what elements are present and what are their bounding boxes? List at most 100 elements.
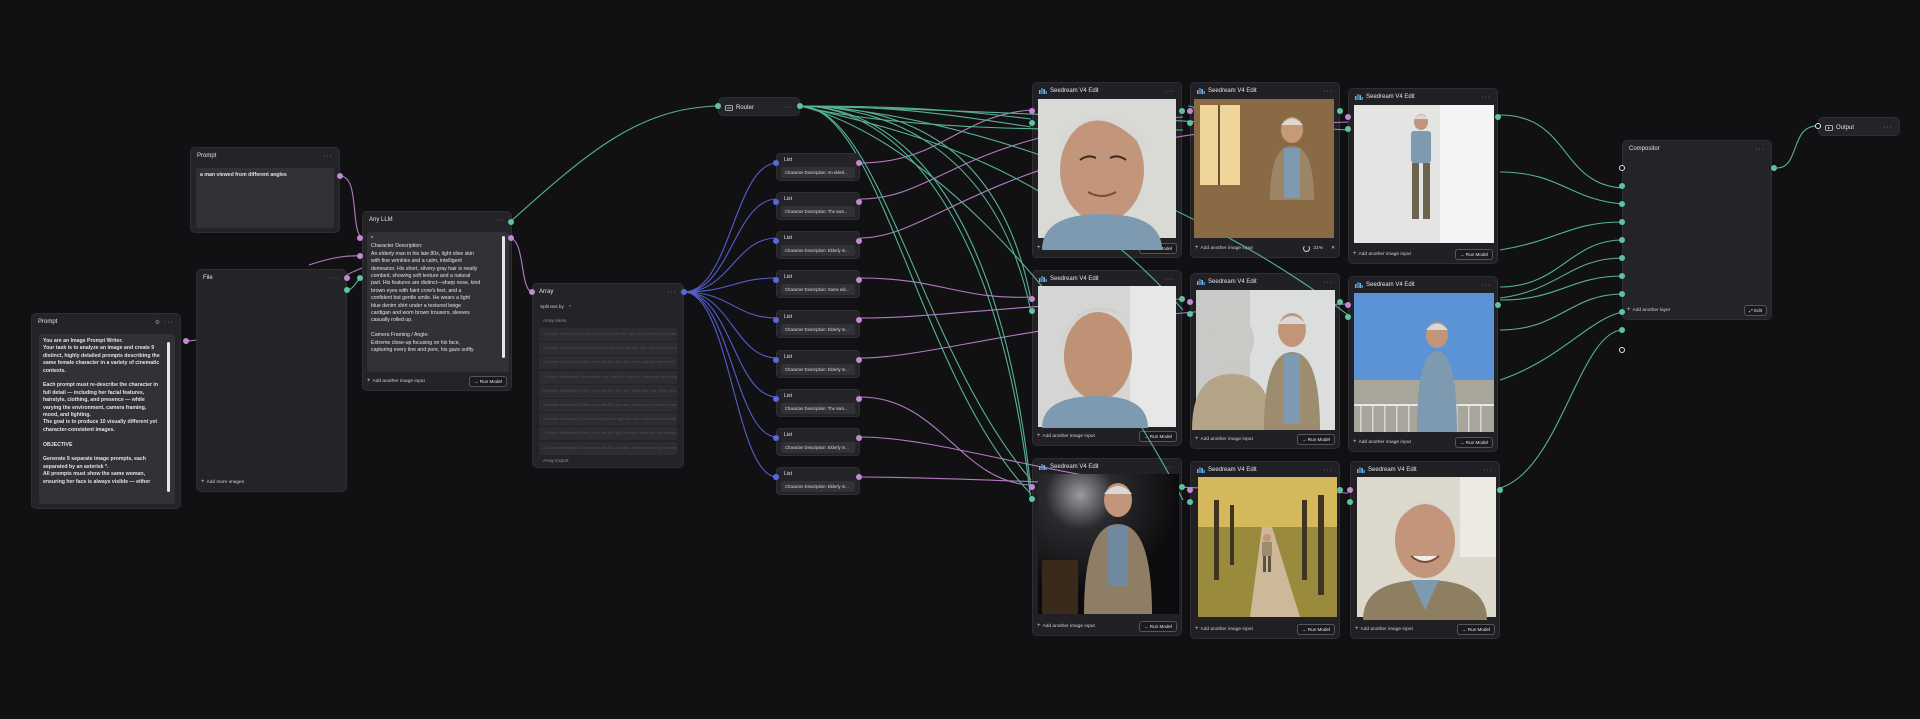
list-output-port[interactable]: [856, 238, 862, 244]
list-node-text[interactable]: Character Description: Elderly m...: [781, 481, 855, 492]
array-item-row[interactable]: Character Description: Elderly man, late…: [539, 356, 677, 370]
llm-output-area[interactable]: * Character Description: An elderly man in…: [367, 232, 509, 372]
compositor-input-port[interactable]: [1619, 273, 1625, 279]
seedream-output-port[interactable]: [1179, 108, 1185, 114]
list-node-text[interactable]: Character Description: Same eld...: [781, 284, 855, 295]
compositor-input-port[interactable]: [1619, 309, 1625, 315]
llm-input-port-2[interactable]: [357, 253, 363, 259]
seedream-prompt-port[interactable]: [1345, 114, 1351, 120]
llm-input-port[interactable]: [357, 235, 363, 241]
seedream-image-port[interactable]: [1029, 308, 1035, 314]
array-item-row[interactable]: Character Description: Elderly man, late…: [539, 441, 677, 455]
list-node-text[interactable]: Character Description: Elderly m...: [781, 245, 855, 256]
prompt-node[interactable]: Prompt ⚙ ··· You are an Image Prompt Wri…: [31, 313, 181, 509]
array-input-port[interactable]: [529, 289, 535, 295]
array-item-row[interactable]: Character Description: Same elderly man,…: [539, 370, 677, 384]
list-input-port[interactable]: [773, 199, 779, 205]
list-input-port[interactable]: [773, 317, 779, 323]
seedream-image-port[interactable]: [1345, 314, 1351, 320]
seedream-prompt-port[interactable]: [1029, 108, 1035, 114]
gear-icon[interactable]: ⚙: [155, 319, 160, 326]
list-node-text[interactable]: Character Description: An elderl...: [781, 167, 855, 178]
list-node[interactable]: List Character Description: Same eld...: [776, 270, 860, 298]
seedream-image-port[interactable]: [1187, 499, 1193, 505]
llm-scrollbar[interactable]: [502, 236, 505, 358]
prompt-small-node[interactable]: Prompt ··· a man viewed from different a…: [190, 147, 340, 233]
list-output-port[interactable]: [856, 474, 862, 480]
more-dots-icon[interactable]: ···: [783, 104, 793, 111]
list-output-port[interactable]: [856, 317, 862, 323]
llm-run-button[interactable]: → Run Model: [468, 375, 507, 387]
list-output-port[interactable]: [856, 396, 862, 402]
list-node-text[interactable]: Character Description: Elderly m...: [781, 324, 855, 335]
more-dots-icon[interactable]: ···: [323, 153, 333, 160]
seedream-prompt-port[interactable]: [1187, 299, 1193, 305]
workflow-canvas[interactable]: Seedream V4 Edit···+Add another image in…: [0, 0, 1920, 719]
llm-output-port[interactable]: [508, 235, 514, 241]
compositor-input-port[interactable]: [1619, 201, 1625, 207]
list-output-port[interactable]: [856, 277, 862, 283]
seedream-output-port[interactable]: [1337, 299, 1343, 305]
array-node[interactable]: Array ··· Split text by * Array Items Ar…: [532, 283, 684, 468]
more-dots-icon[interactable]: ···: [1883, 124, 1893, 131]
list-node[interactable]: List Character Description: The sam...: [776, 389, 860, 417]
seedream-prompt-port[interactable]: [1187, 108, 1193, 114]
compositor-input-port[interactable]: [1619, 327, 1625, 333]
file-output-port-2[interactable]: [344, 287, 350, 293]
more-dots-icon[interactable]: ···: [164, 319, 174, 326]
compositor-input-port[interactable]: [1619, 165, 1625, 171]
file-node[interactable]: File ··· + Add more images: [196, 269, 347, 492]
seedream-image-port[interactable]: [1029, 120, 1035, 126]
list-input-port[interactable]: [773, 160, 779, 166]
seedream-output-port[interactable]: [1497, 487, 1503, 493]
prompt-output-port[interactable]: [183, 338, 189, 344]
seedream-prompt-port[interactable]: [1347, 487, 1353, 493]
list-input-port[interactable]: [773, 474, 779, 480]
llm-node[interactable]: Any LLM ··· * Character Description: An el…: [362, 211, 512, 391]
list-node-text[interactable]: Character Description: The sam...: [781, 403, 855, 414]
list-node[interactable]: List Character Description: An elderl...: [776, 153, 860, 181]
compositor-input-port[interactable]: [1619, 219, 1625, 225]
prompt-small-text-area[interactable]: a man viewed from different angles: [196, 168, 334, 228]
list-output-port[interactable]: [856, 160, 862, 166]
list-node[interactable]: List Character Description: Elderly m...: [776, 467, 860, 495]
list-node-text[interactable]: Character Description: Elderly m...: [781, 442, 855, 453]
more-dots-icon[interactable]: ···: [495, 217, 505, 224]
prompt-scrollbar[interactable]: [167, 342, 170, 492]
list-output-port[interactable]: [856, 357, 862, 363]
compositor-input-port[interactable]: [1619, 255, 1625, 261]
list-input-port[interactable]: [773, 277, 779, 283]
seedream-image-port[interactable]: [1345, 126, 1351, 132]
more-dots-icon[interactable]: ···: [330, 275, 340, 282]
router-output-port[interactable]: [797, 103, 803, 109]
router-node[interactable]: Router ···: [718, 97, 800, 116]
seedream-image-port[interactable]: [1187, 120, 1193, 126]
list-input-port[interactable]: [773, 238, 779, 244]
seedream-output-port[interactable]: [1495, 302, 1501, 308]
list-input-port[interactable]: [773, 435, 779, 441]
seedream-prompt-port[interactable]: [1029, 296, 1035, 302]
array-item-row[interactable]: Character Description: An elderly man in…: [539, 328, 677, 341]
array-split-value[interactable]: *: [569, 304, 571, 309]
list-output-port[interactable]: [856, 435, 862, 441]
output-input-port[interactable]: [1815, 123, 1821, 129]
compositor-input-port[interactable]: [1619, 237, 1625, 243]
compositor-input-port[interactable]: [1619, 347, 1625, 353]
seedream-prompt-port[interactable]: [1187, 487, 1193, 493]
output-node[interactable]: Output ···: [1818, 117, 1900, 136]
llm-output-port-2[interactable]: [508, 219, 514, 225]
list-node-text[interactable]: Character Description: Elderly m...: [781, 364, 855, 375]
seedream-image-port[interactable]: [1347, 499, 1353, 505]
list-input-port[interactable]: [773, 396, 779, 402]
compositor-output-port[interactable]: [1771, 165, 1777, 171]
seedream-output-port[interactable]: [1179, 296, 1185, 302]
prompt-text-area[interactable]: You are an Image Prompt Writer. Your task…: [39, 334, 175, 504]
seedream-output-port[interactable]: [1495, 114, 1501, 120]
compositor-input-port[interactable]: [1619, 291, 1625, 297]
array-output-port[interactable]: [681, 289, 687, 295]
llm-add-input-button[interactable]: Add another image input: [373, 379, 425, 384]
array-item-row[interactable]: Character Description: The same elderly …: [539, 342, 677, 356]
add-more-images-button[interactable]: Add more images: [207, 480, 245, 485]
compositor-node[interactable]: Compositor ··· + Add another layer ⤢ Edi…: [1622, 140, 1772, 320]
list-input-port[interactable]: [773, 357, 779, 363]
